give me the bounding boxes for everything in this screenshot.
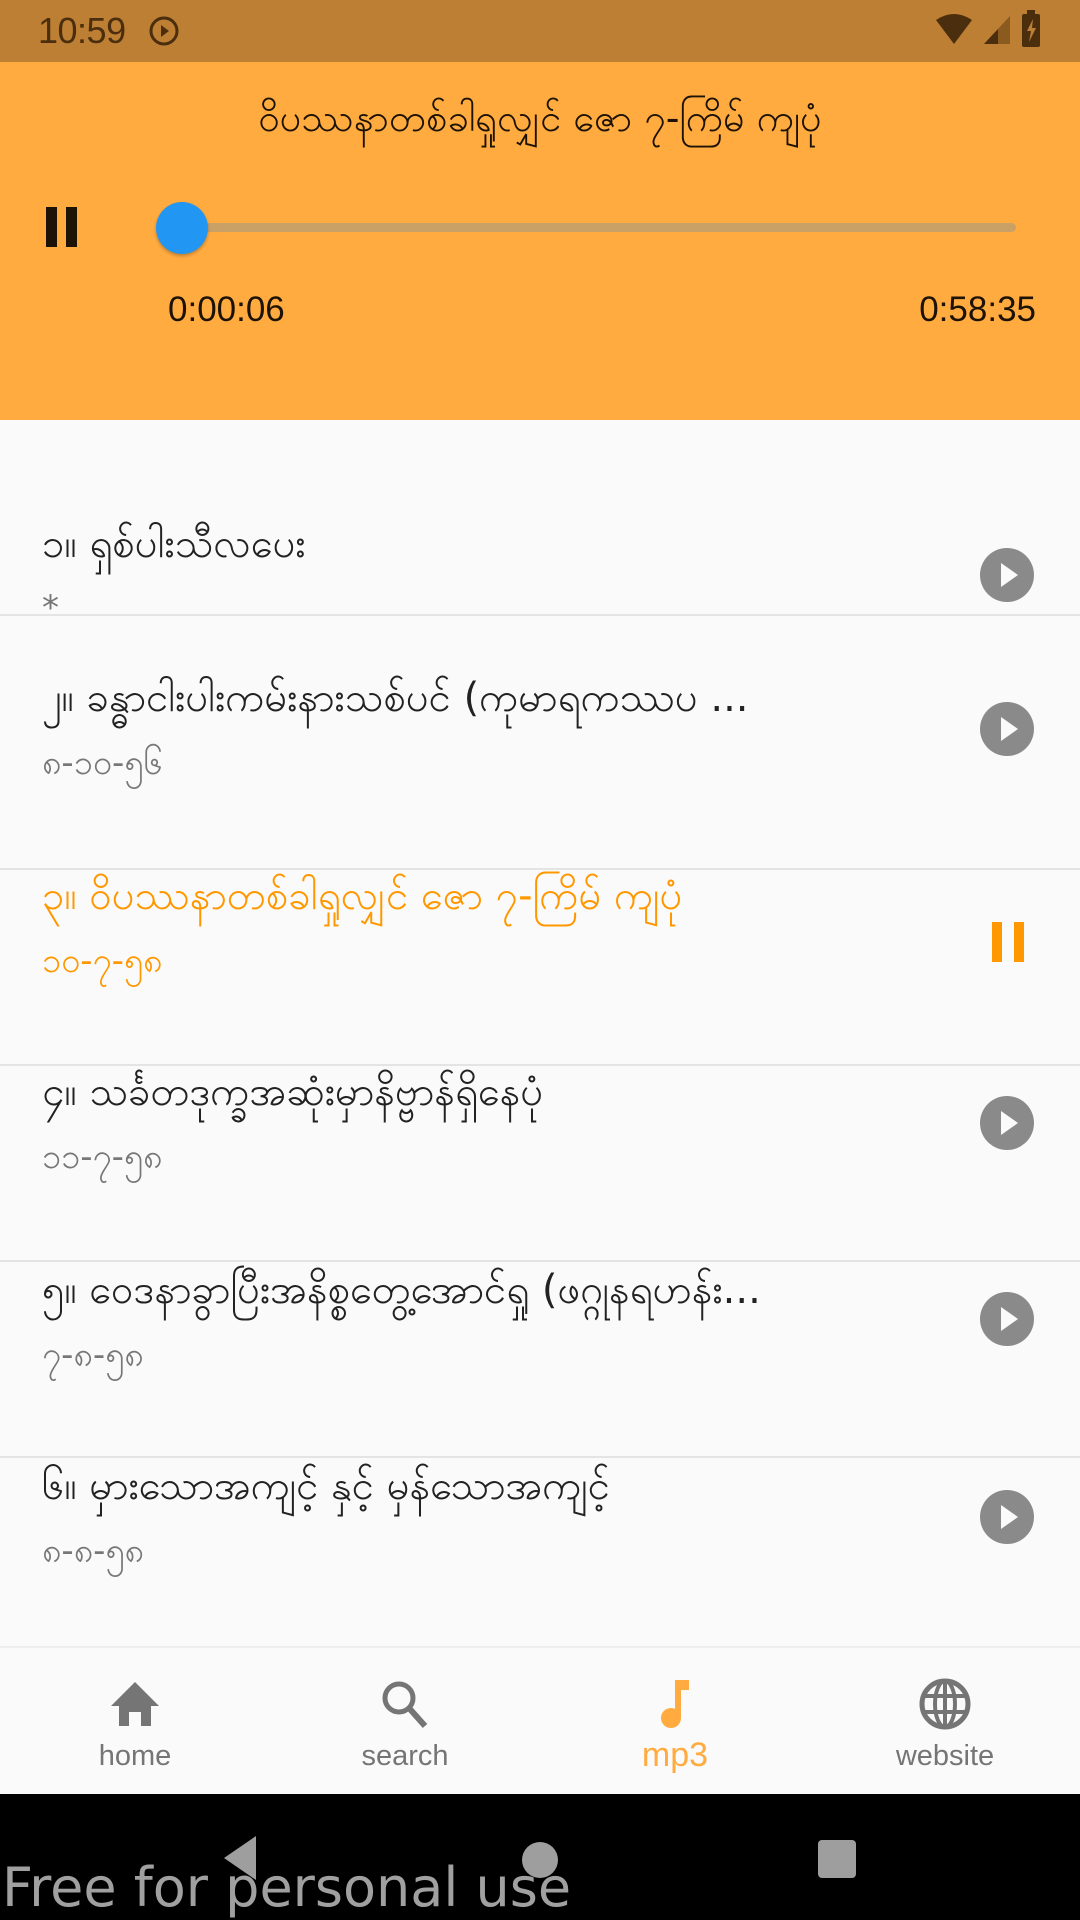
bottom-navigation: home search mp3 website — [0, 1646, 1080, 1794]
seek-thumb[interactable] — [156, 202, 209, 254]
now-playing-panel: ဝိပဿနာတစ်ခါရှုလျှင် ဇော ၇-ကြိမ် ကျပုံ 0:… — [0, 62, 1080, 420]
track-title: ၄။ သင်္ခတဒုက္ခအဆုံးမှာနိဗ္ဗာန်ရှိနေပုံ — [42, 1069, 544, 1115]
track-title: ၂။ ခန္ဓာငါးပါးကမ်းနားသစ်ပင် (ကုမာရကဿပ ..… — [42, 675, 749, 721]
nav-home[interactable]: home — [0, 1648, 270, 1794]
search-icon — [377, 1676, 433, 1732]
wifi-icon — [934, 12, 974, 50]
track-item-active[interactable]: ၃။ ဝိပဿနာတစ်ခါရှုလျှင် ဇော ၇-ကြိမ် ကျပုံ… — [0, 870, 1080, 1066]
seek-slider[interactable] — [156, 202, 1016, 254]
total-time: 0:58:35 — [919, 290, 1036, 329]
pause-icon-bar — [1014, 922, 1024, 962]
play-circle-icon[interactable] — [980, 548, 1034, 602]
pause-icon-bar — [992, 922, 1002, 962]
now-playing-title: ဝိပဿနာတစ်ခါရှုလျှင် ဇော ၇-ကြိမ် ကျပုံ — [258, 96, 822, 140]
track-item[interactable]: ၁။ ရှစ်ပါးသီလပေး * — [0, 420, 1080, 628]
nav-website[interactable]: website — [810, 1648, 1080, 1794]
nav-website-label: website — [895, 1740, 995, 1772]
track-item[interactable]: ၅။ ဝေဒနာခွာပြီးအနိစ္စတွေ့အောင်ရှု (ဖဂ္ဂု… — [0, 1262, 1080, 1458]
pause-icon-bar — [66, 207, 77, 247]
watermark-text: Free for personal use — [2, 1856, 572, 1919]
current-time: 0:00:06 — [168, 290, 285, 329]
track-item[interactable]: ၂။ ခန္ဓာငါးပါးကမ်းနားသစ်ပင် (ကုမာရကဿပ ..… — [0, 674, 1080, 870]
media-playing-icon — [148, 15, 180, 47]
play-circle-icon[interactable] — [980, 1292, 1034, 1346]
track-date: ၁၁-၇-၅၈ — [42, 1137, 163, 1177]
nav-mp3[interactable]: mp3 — [540, 1648, 810, 1794]
track-item[interactable]: ၄။ သင်္ခတဒုက္ခအဆုံးမှာနိဗ္ဗာန်ရှိနေပုံ ၁… — [0, 1066, 1080, 1262]
track-title: ၅။ ဝေဒနာခွာပြီးအနိစ္စတွေ့အောင်ရှု (ဖဂ္ဂု… — [42, 1267, 761, 1313]
pause-icon[interactable] — [992, 922, 1024, 962]
track-title: ၆။ မှားသောအကျင့် နှင့် မှန်သောအကျင့် — [42, 1463, 610, 1509]
nav-home-label: home — [98, 1740, 172, 1772]
recents-square-icon[interactable] — [818, 1840, 856, 1878]
battery-charging-icon — [1020, 10, 1042, 52]
player-pause-button[interactable] — [44, 207, 80, 247]
globe-icon — [917, 1676, 973, 1732]
track-date: ၁၀-၇-၅၈ — [42, 941, 163, 981]
cellular-signal-icon — [982, 12, 1012, 50]
track-date: ၈-၁၀-၅၆ — [42, 743, 163, 783]
status-time: 10:59 — [38, 10, 126, 51]
home-icon — [107, 1676, 163, 1732]
play-circle-icon[interactable] — [980, 702, 1034, 756]
play-circle-icon[interactable] — [980, 1096, 1034, 1150]
nav-search[interactable]: search — [270, 1648, 540, 1794]
track-title: ၁။ ရှစ်ပါးသီလပေး — [42, 521, 306, 567]
track-item[interactable]: ၆။ မှားသောအကျင့် နှင့် မှန်သောအကျင့် ၈-၈… — [0, 1458, 1080, 1654]
nav-search-label: search — [361, 1740, 449, 1772]
pause-icon-bar — [46, 207, 57, 247]
status-bar: 10:59 — [0, 0, 1080, 62]
track-date: * — [42, 588, 59, 628]
seek-track — [181, 223, 1016, 232]
track-date: ၈-၈-၅၈ — [42, 1531, 144, 1571]
nav-mp3-label: mp3 — [641, 1736, 709, 1774]
track-date: ၇-၈-၅၈ — [42, 1335, 144, 1375]
play-circle-icon[interactable] — [980, 1490, 1034, 1544]
track-title: ၃။ ဝိပဿနာတစ်ခါရှုလျှင် ဇော ၇-ကြိမ် ကျပုံ — [42, 873, 683, 919]
music-note-icon — [647, 1676, 703, 1732]
system-navigation-bar: Free for personal use — [0, 1794, 1080, 1920]
